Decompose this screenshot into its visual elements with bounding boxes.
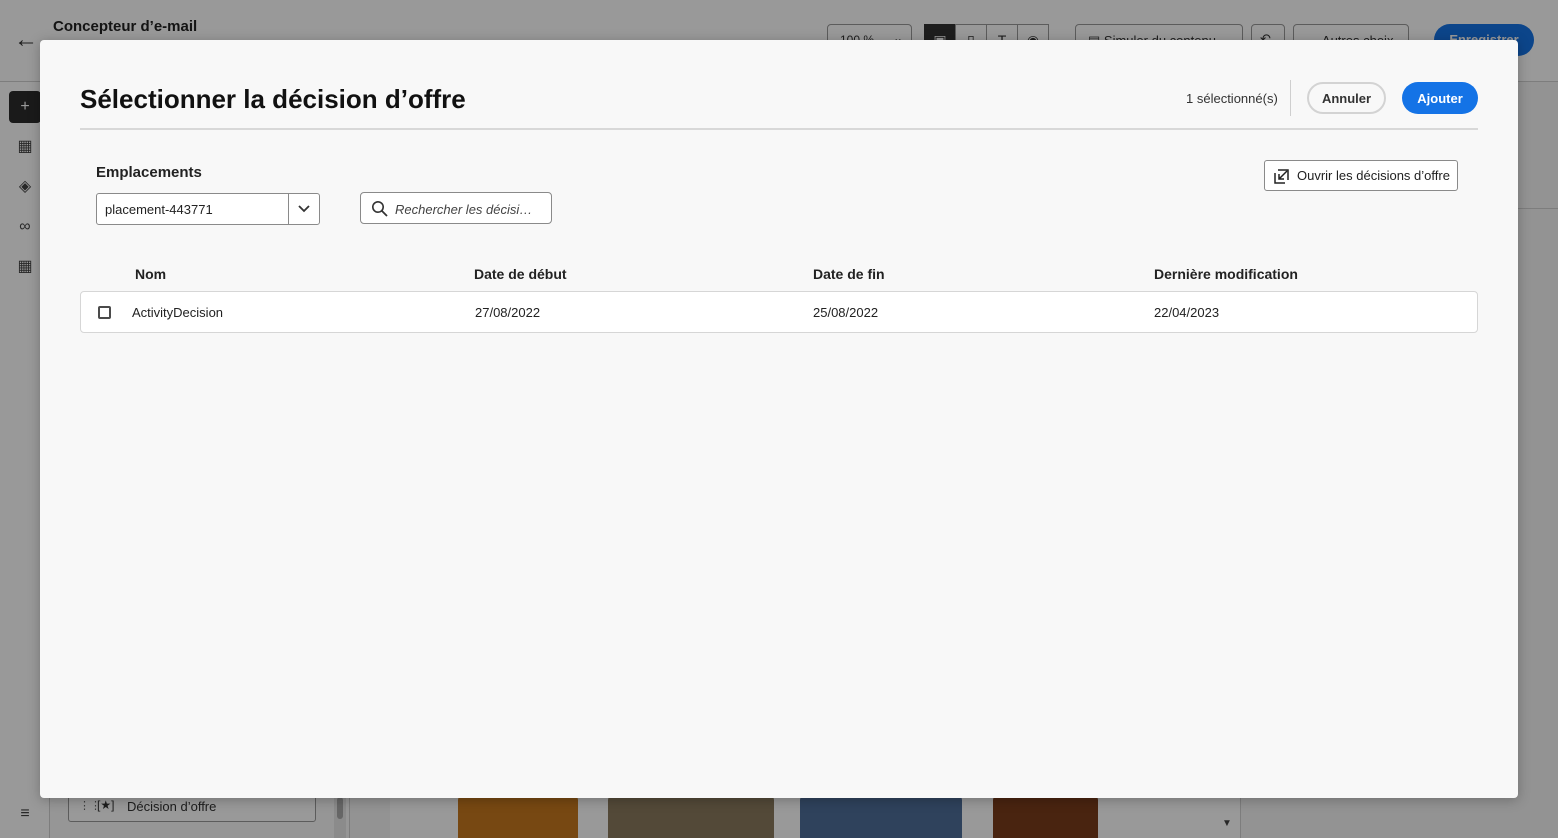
select-offer-decision-dialog: Sélectionner la décision d’offre 1 sélec…	[40, 40, 1518, 798]
search-input[interactable]	[395, 199, 545, 219]
open-offer-decisions-label: Ouvrir les décisions d’offre	[1297, 168, 1450, 183]
placements-label: Emplacements	[96, 164, 202, 181]
decision-last-modified: 22/04/2023	[1154, 305, 1220, 320]
decision-start-date: 27/08/2022	[475, 305, 541, 320]
placement-picker[interactable]: placement-443771	[96, 193, 320, 225]
open-external-icon	[1274, 169, 1289, 184]
row-checkbox[interactable]	[98, 306, 111, 319]
header-divider	[1290, 80, 1291, 116]
dialog-divider	[80, 128, 1478, 130]
selected-count: 1 sélectionné(s)	[1186, 91, 1278, 106]
column-header-last-modified[interactable]: Dernière modification	[1154, 266, 1298, 282]
decision-end-date: 25/08/2022	[813, 305, 879, 320]
cancel-button[interactable]: Annuler	[1307, 82, 1386, 114]
dialog-title: Sélectionner la décision d’offre	[80, 84, 466, 114]
chevron-down-icon[interactable]	[288, 194, 319, 224]
open-offer-decisions-button[interactable]: Ouvrir les décisions d’offre	[1264, 160, 1458, 191]
decision-name: ActivityDecision	[132, 305, 224, 320]
column-header-start-date[interactable]: Date de début	[474, 266, 567, 282]
column-header-name[interactable]: Nom	[135, 266, 166, 282]
placement-value: placement-443771	[105, 202, 213, 217]
column-header-end-date[interactable]: Date de fin	[813, 266, 885, 282]
add-button[interactable]: Ajouter	[1402, 82, 1478, 114]
decisions-table: ActivityDecision 27/08/2022 25/08/2022 2…	[80, 291, 1478, 333]
search-icon	[372, 201, 388, 217]
search-field[interactable]	[360, 192, 552, 224]
